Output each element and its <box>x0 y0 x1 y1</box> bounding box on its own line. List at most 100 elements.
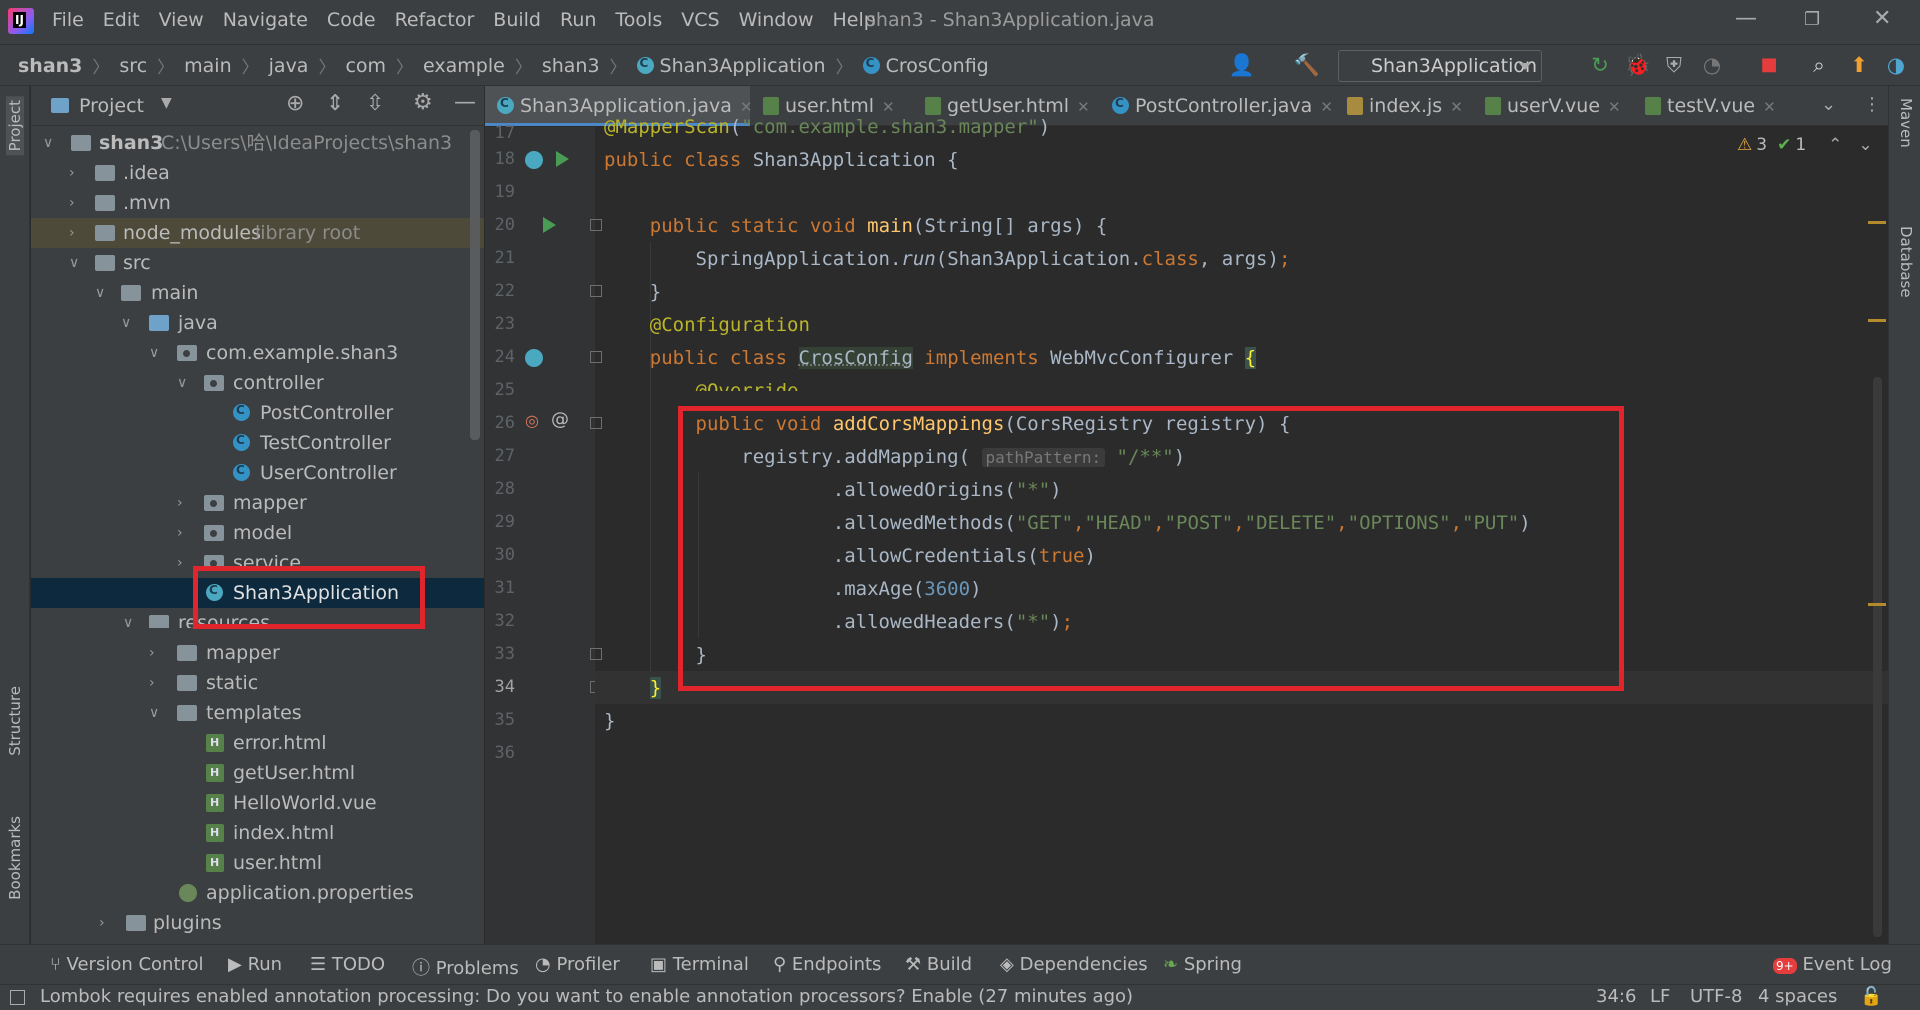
more-options-icon[interactable]: ⋮ <box>1863 94 1881 115</box>
project-tool-button[interactable]: Project <box>6 96 24 156</box>
tree-item-idea[interactable]: › .idea <box>31 158 484 188</box>
run-main-icon[interactable] <box>543 217 556 233</box>
maven-tool-button[interactable]: Maven <box>1897 98 1915 148</box>
tree-item-res-mapper[interactable]: › mapper <box>31 638 484 668</box>
tree-item-controller[interactable]: ∨ controller <box>31 368 484 398</box>
tab-testv-vue[interactable]: testV.vue ✕ <box>1645 86 1776 126</box>
breadcrumb-shan3-pkg[interactable]: shan3 <box>542 55 600 77</box>
indent-setting[interactable]: 4 spaces <box>1758 986 1837 1007</box>
tree-item-root[interactable]: ∨ shan3 C:\Users\哈\IdeaProjects\shan3 <box>31 128 484 158</box>
search-icon[interactable]: ⌕ <box>1805 51 1833 79</box>
collapse-all-icon[interactable]: ⇳ <box>366 91 384 116</box>
tree-item-plugins[interactable]: › plugins <box>31 908 484 938</box>
locate-icon[interactable]: ⊕ <box>286 91 304 116</box>
previous-highlight-icon[interactable]: ⌃ <box>1828 135 1842 155</box>
tree-item-usercontroller[interactable]: UserController <box>31 458 484 488</box>
update-icon[interactable]: ⬆ <box>1845 51 1873 79</box>
spring-bean-gutter-icon[interactable] <box>525 151 543 169</box>
breadcrumb-shan3[interactable]: shan3 <box>18 55 82 77</box>
tree-item-java[interactable]: ∨ java <box>31 308 484 338</box>
coverage-icon[interactable]: ⛨ <box>1660 51 1688 79</box>
tree-item-getuser-html[interactable]: getUser.html <box>31 758 484 788</box>
tab-index-js[interactable]: index.js ✕ <box>1347 86 1463 126</box>
tab-postcontroller-java[interactable]: PostController.java✕ <box>1112 86 1333 126</box>
stop-icon[interactable]: ■ <box>1755 51 1783 79</box>
build-hammer-icon[interactable]: 🔨 <box>1293 51 1321 79</box>
editor-scrollbar[interactable] <box>1873 377 1882 937</box>
tree-item-index-html[interactable]: index.html <box>31 818 484 848</box>
bookmarks-tool-button[interactable]: Bookmarks <box>6 816 24 900</box>
tree-item-static[interactable]: › static <box>31 668 484 698</box>
spring-bean-gutter-icon[interactable] <box>525 349 543 367</box>
run-class-icon[interactable] <box>556 151 569 167</box>
tree-item-testcontroller[interactable]: TestController <box>31 428 484 458</box>
menu-run[interactable]: Run <box>560 9 596 31</box>
version-control-tool[interactable]: ⑂ Version Control <box>50 954 204 975</box>
next-highlight-icon[interactable]: ⌄ <box>1858 135 1872 155</box>
hide-panel-icon[interactable]: — <box>454 90 476 115</box>
breadcrumb-crosconfig[interactable]: CrosConfig <box>886 55 989 77</box>
fold-icon[interactable] <box>590 219 602 231</box>
inspection-widget[interactable]: ⚠ 3 ✔ 1 ⌃ ⌄ <box>1737 135 1873 155</box>
breadcrumb-java[interactable]: java <box>269 55 309 77</box>
line-separator[interactable]: LF <box>1650 986 1670 1007</box>
chevron-down-icon[interactable]: ▼ <box>161 95 172 111</box>
caret-position[interactable]: 34:6 <box>1596 986 1636 1007</box>
endpoints-tool[interactable]: ⚲ Endpoints <box>773 954 881 975</box>
menu-edit[interactable]: Edit <box>103 9 140 31</box>
tree-item-application-properties[interactable]: application.properties <box>31 878 484 908</box>
breadcrumb-com[interactable]: com <box>345 55 386 77</box>
close-icon[interactable]: ✕ <box>1873 6 1891 31</box>
tree-item-main[interactable]: ∨ main <box>31 278 484 308</box>
error-stripe-mark[interactable] <box>1868 221 1886 224</box>
tree-item-service[interactable]: › service <box>31 548 484 568</box>
code-with-me-icon[interactable]: ◑ <box>1882 51 1910 79</box>
minimize-icon[interactable]: — <box>1735 6 1757 31</box>
menu-vcs[interactable]: VCS <box>681 9 719 31</box>
tree-item-mapper[interactable]: › mapper <box>31 488 484 518</box>
fold-icon[interactable] <box>590 351 602 363</box>
gear-icon[interactable]: ⚙ <box>413 90 433 115</box>
todo-tool[interactable]: ☰ TODO <box>310 954 385 975</box>
event-log-tool[interactable]: 9+ Event Log <box>1773 954 1892 975</box>
restore-icon[interactable]: ❐ <box>1804 9 1820 30</box>
override-gutter-icon[interactable]: ◎ <box>525 411 539 430</box>
tree-item-error-html[interactable]: error.html <box>31 728 484 758</box>
project-view-select[interactable]: Project <box>79 95 144 117</box>
fold-icon[interactable] <box>590 285 602 297</box>
status-message[interactable]: Lombok requires enabled annotation proce… <box>40 986 1133 1007</box>
user-icon[interactable]: 👤 <box>1228 51 1256 79</box>
structure-tool-button[interactable]: Structure <box>6 686 24 756</box>
menu-navigate[interactable]: Navigate <box>223 9 308 31</box>
tabs-overflow-icon[interactable]: ⌄ <box>1821 94 1836 115</box>
tree-item-postcontroller[interactable]: PostController <box>31 398 484 428</box>
menu-code[interactable]: Code <box>327 9 376 31</box>
debug-icon[interactable]: 🐞 <box>1624 51 1652 79</box>
fold-icon[interactable] <box>590 648 602 660</box>
profiler-tool[interactable]: ◔ Profiler <box>535 954 620 975</box>
run-tool[interactable]: ▶ Run <box>228 954 282 975</box>
run-configuration-select[interactable]: Shan3Application <box>1338 50 1542 82</box>
tree-item-node-modules[interactable]: › node_modules library root <box>31 218 484 248</box>
lock-icon[interactable]: 🔓 <box>1860 986 1882 1007</box>
profile-icon[interactable]: ◔ <box>1698 51 1726 79</box>
file-encoding[interactable]: UTF-8 <box>1690 986 1742 1007</box>
breadcrumb-src[interactable]: src <box>119 55 147 77</box>
tab-userv-vue[interactable]: userV.vue ✕ <box>1485 86 1621 126</box>
problems-tool[interactable]: ⓘ Problems <box>412 954 519 980</box>
tree-item-src[interactable]: ∨ src <box>31 248 484 278</box>
breadcrumb-main[interactable]: main <box>184 55 231 77</box>
tree-item-templates[interactable]: ∨ templates <box>31 698 484 728</box>
terminal-tool[interactable]: ▣ Terminal <box>650 954 749 975</box>
database-tool-button[interactable]: Database <box>1897 226 1915 298</box>
dependencies-tool[interactable]: ◈ Dependencies <box>1000 954 1148 975</box>
menu-build[interactable]: Build <box>493 9 541 31</box>
rerun-icon[interactable]: ↻ <box>1586 51 1614 79</box>
build-tool[interactable]: ⚒ Build <box>905 954 972 975</box>
error-stripe-mark[interactable] <box>1868 603 1886 606</box>
expand-all-icon[interactable]: ⇕ <box>326 91 344 116</box>
menu-file[interactable]: File <box>52 9 84 31</box>
breadcrumb-shan3application[interactable]: Shan3Application <box>660 55 826 77</box>
menu-refactor[interactable]: Refactor <box>395 9 475 31</box>
menu-tools[interactable]: Tools <box>615 9 662 31</box>
